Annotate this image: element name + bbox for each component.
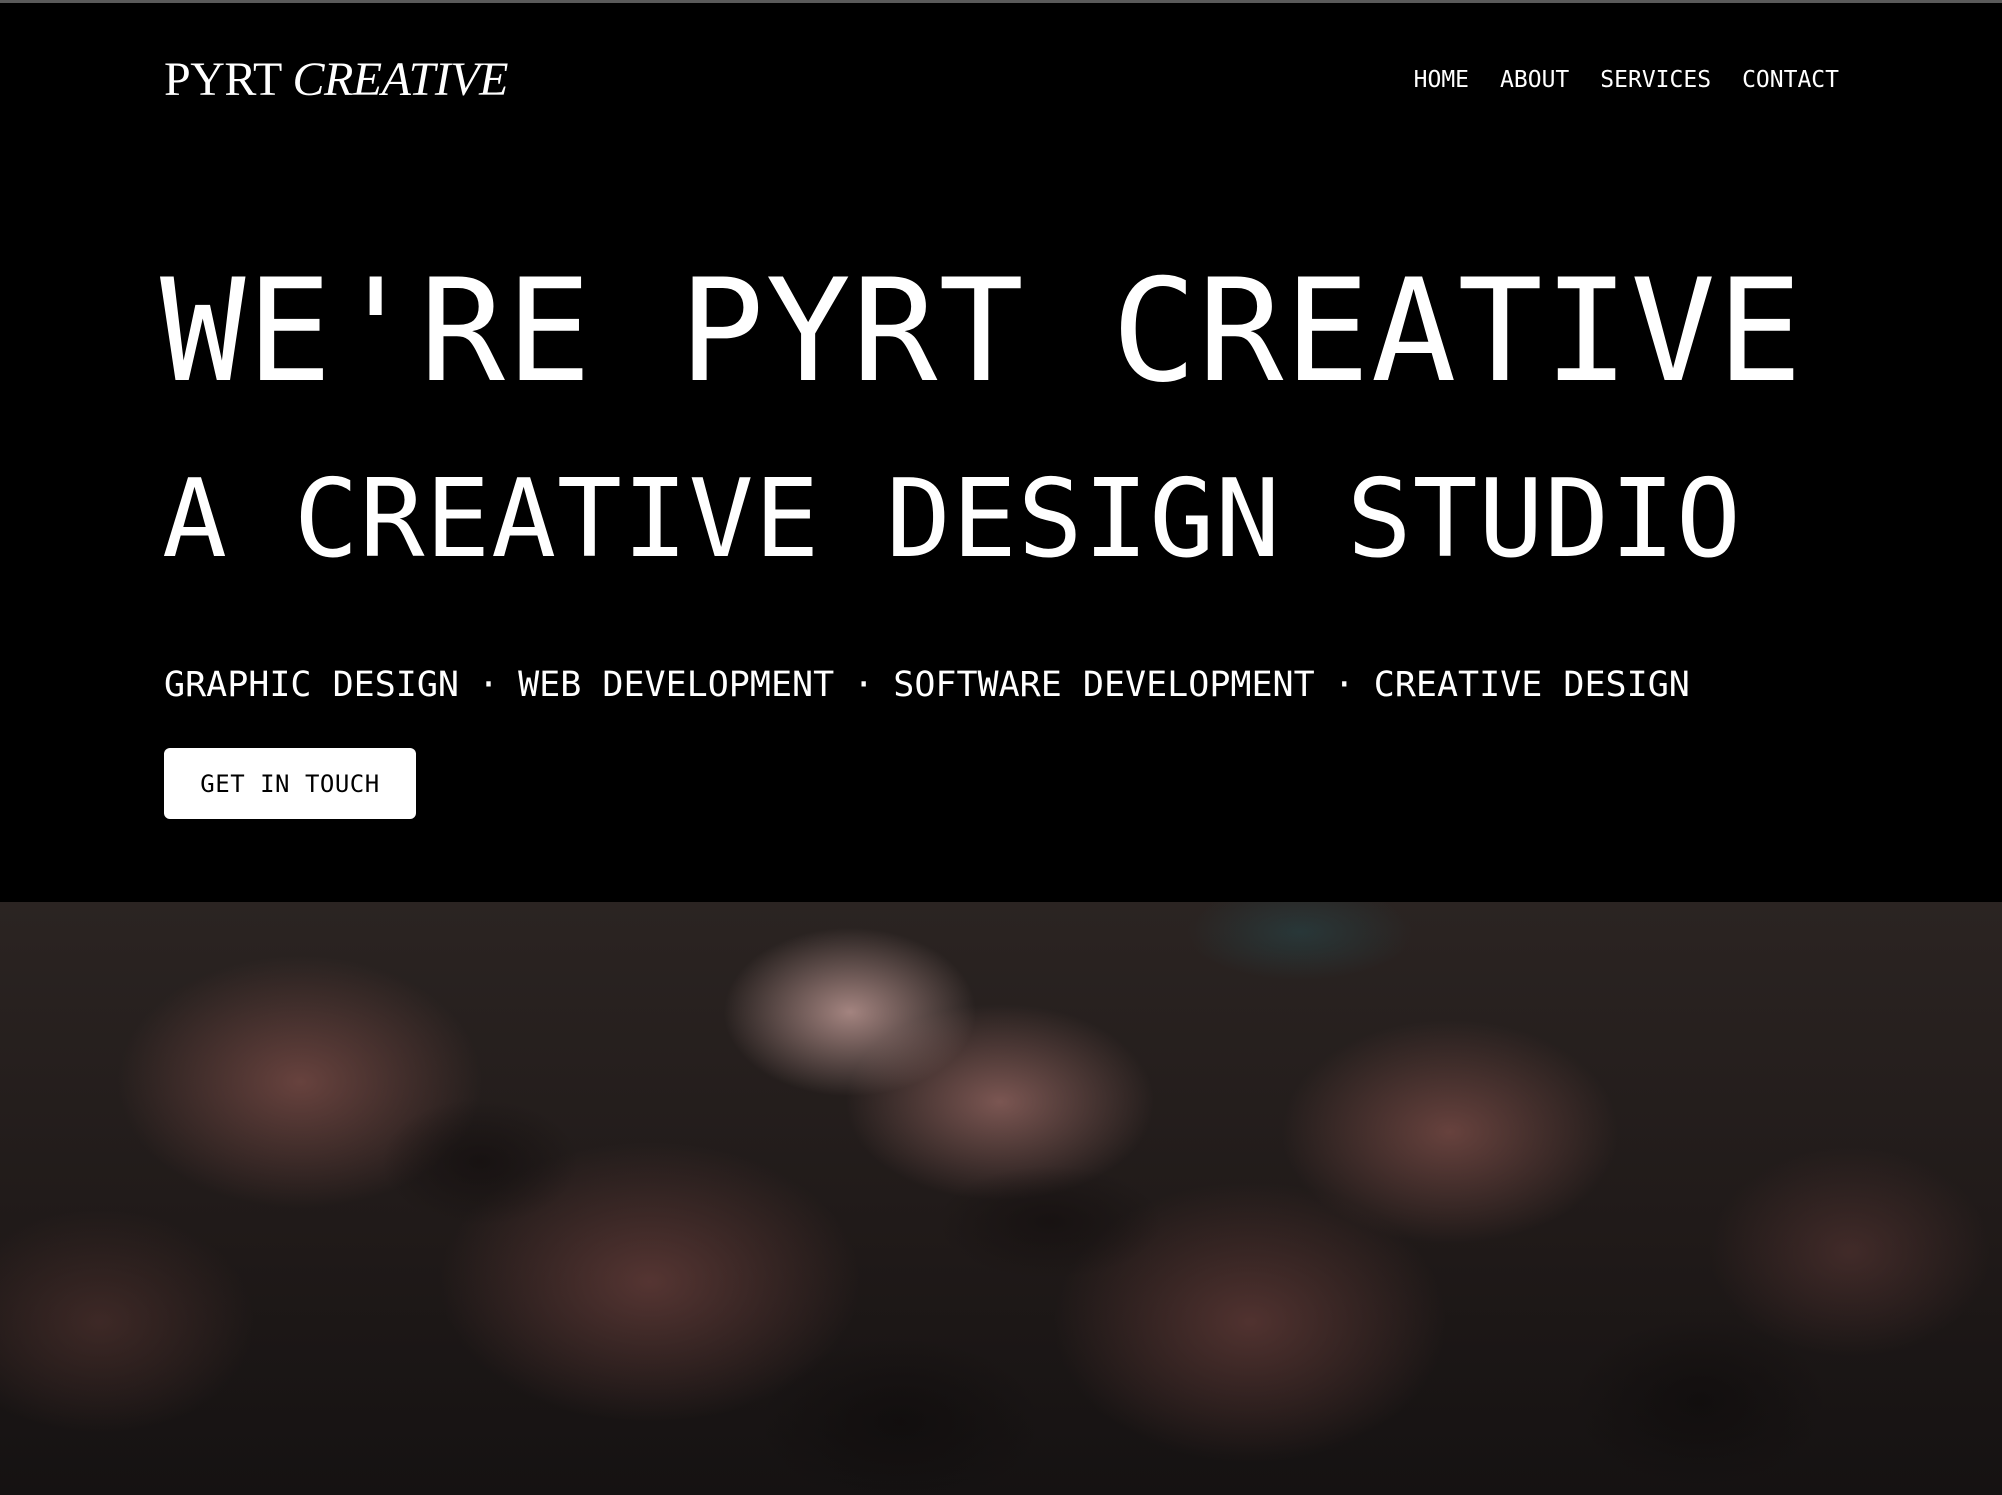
separator-dot: · bbox=[1333, 665, 1355, 705]
service-item: GRAPHIC DESIGN bbox=[164, 665, 460, 705]
page: PYRT CREATIVE HOME ABOUT SERVICES CONTAC… bbox=[0, 0, 2002, 1495]
nav-item-about[interactable]: ABOUT bbox=[1500, 62, 1569, 98]
clouds-hero-image bbox=[0, 902, 2002, 1495]
separator-dot: · bbox=[853, 665, 875, 705]
separator-dot: · bbox=[478, 665, 500, 705]
service-item: SOFTWARE DEVELOPMENT bbox=[893, 665, 1315, 705]
main-nav: HOME ABOUT SERVICES CONTACT bbox=[1383, 62, 1839, 98]
get-in-touch-button[interactable]: GET IN TOUCH bbox=[164, 748, 416, 819]
nav-item-contact[interactable]: CONTACT bbox=[1742, 62, 1839, 98]
service-item: CREATIVE DESIGN bbox=[1373, 665, 1690, 705]
brand-name-regular: PYRT bbox=[164, 53, 281, 106]
hero-headline: WE'RE PYRT CREATIVE bbox=[160, 249, 1804, 414]
services-list: GRAPHIC DESIGN · WEB DEVELOPMENT · SOFTW… bbox=[164, 661, 1690, 709]
nav-item-home[interactable]: HOME bbox=[1414, 62, 1469, 98]
brand-name-italic: CREATIVE bbox=[292, 53, 508, 106]
service-item: WEB DEVELOPMENT bbox=[518, 665, 835, 705]
clouds-shading bbox=[0, 902, 2002, 1495]
nav-item-services[interactable]: SERVICES bbox=[1600, 62, 1711, 98]
hero-subheadline: A CREATIVE DESIGN STUDIO bbox=[162, 457, 1742, 582]
top-border bbox=[0, 0, 2002, 3]
brand-logo[interactable]: PYRT CREATIVE bbox=[164, 50, 508, 110]
